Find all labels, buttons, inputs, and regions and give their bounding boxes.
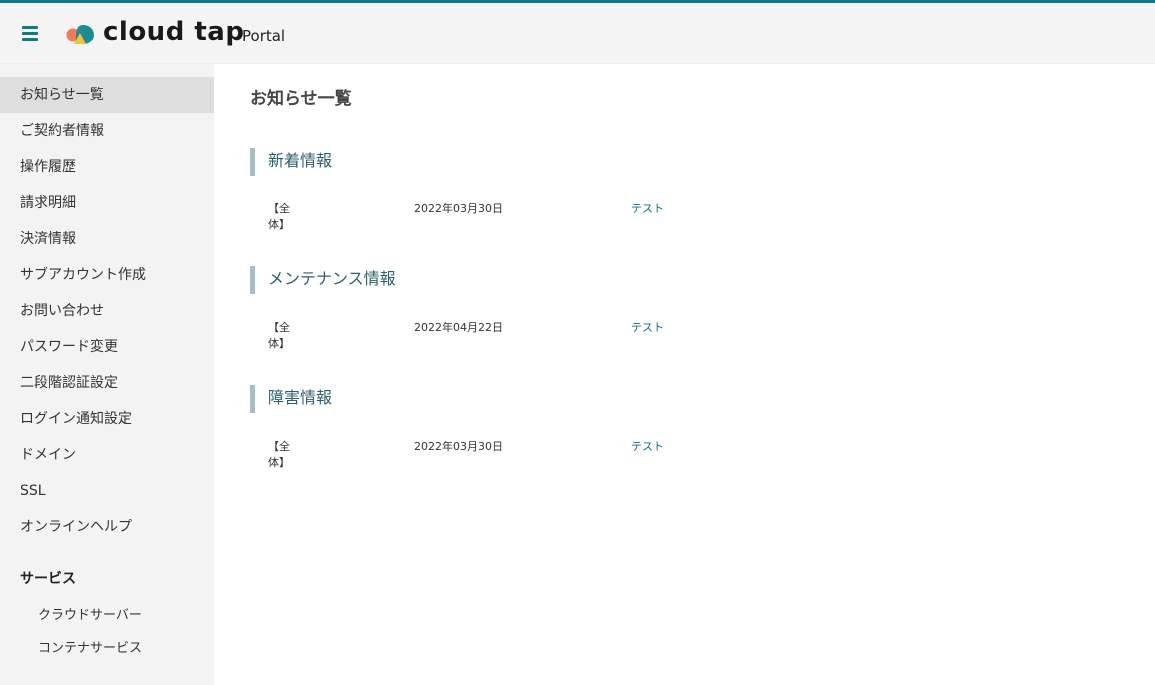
sidebar-item-domain[interactable]: ドメイン (0, 437, 214, 473)
sidebar-item-two-factor[interactable]: 二段階認証設定 (0, 365, 214, 401)
sidebar-services-heading: サービス (20, 571, 76, 587)
notice-link[interactable]: テスト (631, 200, 664, 216)
sidebar-item-billing-statement[interactable]: 請求明細 (0, 185, 214, 221)
sidebar-item-contact[interactable]: お問い合わせ (0, 293, 214, 329)
sidebar-item-online-help[interactable]: オンラインヘルプ (0, 509, 214, 545)
notice-date: 2022年03月30日 (414, 202, 503, 215)
cloud-tap-logo-icon (66, 25, 94, 44)
hamburger-icon[interactable] (22, 26, 38, 42)
sidebar-item-ssl[interactable]: SSL (0, 473, 214, 509)
sidebar-item-payment-info[interactable]: 決済情報 (0, 221, 214, 257)
notice-date: 2022年04月22日 (414, 321, 503, 334)
app-header: cloud tap Portal (0, 3, 1155, 64)
section-heading-maintenance-info: メンテナンス情報 (250, 266, 396, 294)
notice-link[interactable]: テスト (631, 438, 664, 454)
sidebar-item-operation-history[interactable]: 操作履歴 (0, 149, 214, 185)
main-content: お知らせ一覧 新着情報 【全体】 2022年03月30日 テスト メンテナンス情… (214, 64, 1155, 685)
brand-name[interactable]: cloud tap (103, 17, 244, 47)
sidebar-item-notices[interactable]: お知らせ一覧 (0, 77, 214, 113)
sidebar-item-container-service[interactable]: コンテナサービス (38, 637, 142, 656)
sidebar-item-cloud-server[interactable]: クラウドサーバー (38, 604, 142, 623)
notice-link[interactable]: テスト (631, 319, 664, 335)
sidebar: お知らせ一覧 ご契約者情報 操作履歴 請求明細 決済情報 サブアカウント作成 お… (0, 64, 214, 685)
page-title: お知らせ一覧 (250, 89, 352, 109)
sidebar-item-subaccount-create[interactable]: サブアカウント作成 (0, 257, 214, 293)
notice-scope: 【全体】 (268, 321, 290, 350)
sidebar-item-contractor-info[interactable]: ご契約者情報 (0, 113, 214, 149)
brand-sub: Portal (242, 27, 286, 45)
notice-scope: 【全体】 (268, 202, 290, 231)
section-heading-new-info: 新着情報 (250, 148, 332, 176)
notice-scope: 【全体】 (268, 440, 290, 469)
sidebar-item-login-notify[interactable]: ログイン通知設定 (0, 401, 214, 437)
notice-date: 2022年03月30日 (414, 440, 503, 453)
sidebar-item-password-change[interactable]: パスワード変更 (0, 329, 214, 365)
section-heading-failure-info: 障害情報 (250, 385, 332, 413)
